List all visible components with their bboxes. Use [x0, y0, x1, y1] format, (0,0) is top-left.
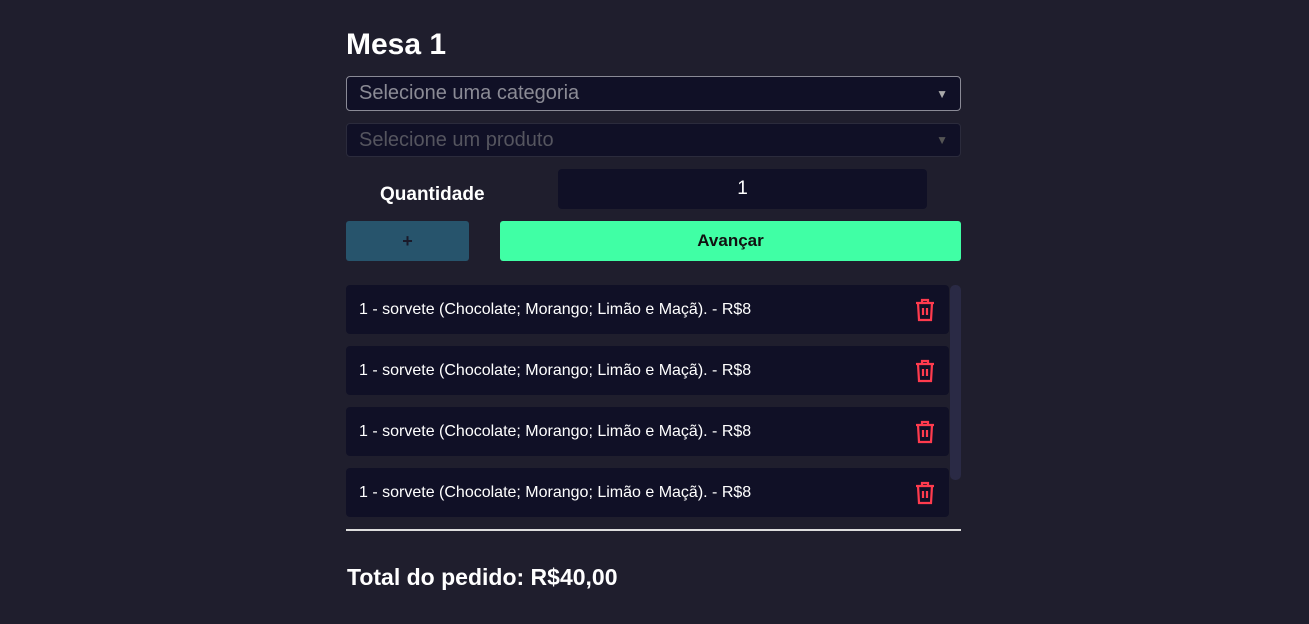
page-title: Mesa 1	[346, 28, 447, 61]
list-item: 1 - sorvete (Chocolate; Morango; Limão e…	[346, 346, 949, 395]
list-item: 1 - sorvete (Chocolate; Morango; Limão e…	[346, 468, 949, 517]
trash-icon[interactable]	[914, 298, 936, 322]
product-select[interactable]: Selecione um produto ▼	[346, 123, 961, 157]
item-text: 1 - sorvete (Chocolate; Morango; Limão e…	[359, 300, 752, 318]
trash-icon[interactable]	[914, 420, 936, 444]
list-item: 1 - sorvete (Chocolate; Morango; Limão e…	[346, 285, 949, 334]
trash-icon[interactable]	[914, 359, 936, 383]
product-placeholder: Selecione um produto	[359, 128, 554, 151]
order-total: Total do pedido: R$40,00	[347, 564, 618, 590]
order-items-list[interactable]: 1 - sorvete (Chocolate; Morango; Limão e…	[346, 285, 961, 520]
category-placeholder: Selecione uma categoria	[359, 82, 580, 104]
trash-icon[interactable]	[914, 481, 936, 505]
quantity-label: Quantidade	[380, 184, 485, 205]
item-text: 1 - sorvete (Chocolate; Morango; Limão e…	[359, 422, 752, 440]
category-select[interactable]: Selecione uma categoria ▼	[346, 76, 961, 111]
quantity-input[interactable]: 1	[558, 169, 927, 209]
list-item: 1 - sorvete (Chocolate; Morango; Limão e…	[346, 407, 949, 456]
scrollbar[interactable]	[950, 285, 961, 480]
add-item-button[interactable]: +	[346, 221, 469, 261]
chevron-down-icon: ▼	[936, 86, 948, 101]
item-text: 1 - sorvete (Chocolate; Morango; Limão e…	[359, 483, 752, 501]
chevron-down-icon: ▼	[936, 133, 948, 147]
divider	[346, 529, 961, 531]
advance-button[interactable]: Avançar	[500, 221, 961, 261]
item-text: 1 - sorvete (Chocolate; Morango; Limão e…	[359, 361, 752, 379]
